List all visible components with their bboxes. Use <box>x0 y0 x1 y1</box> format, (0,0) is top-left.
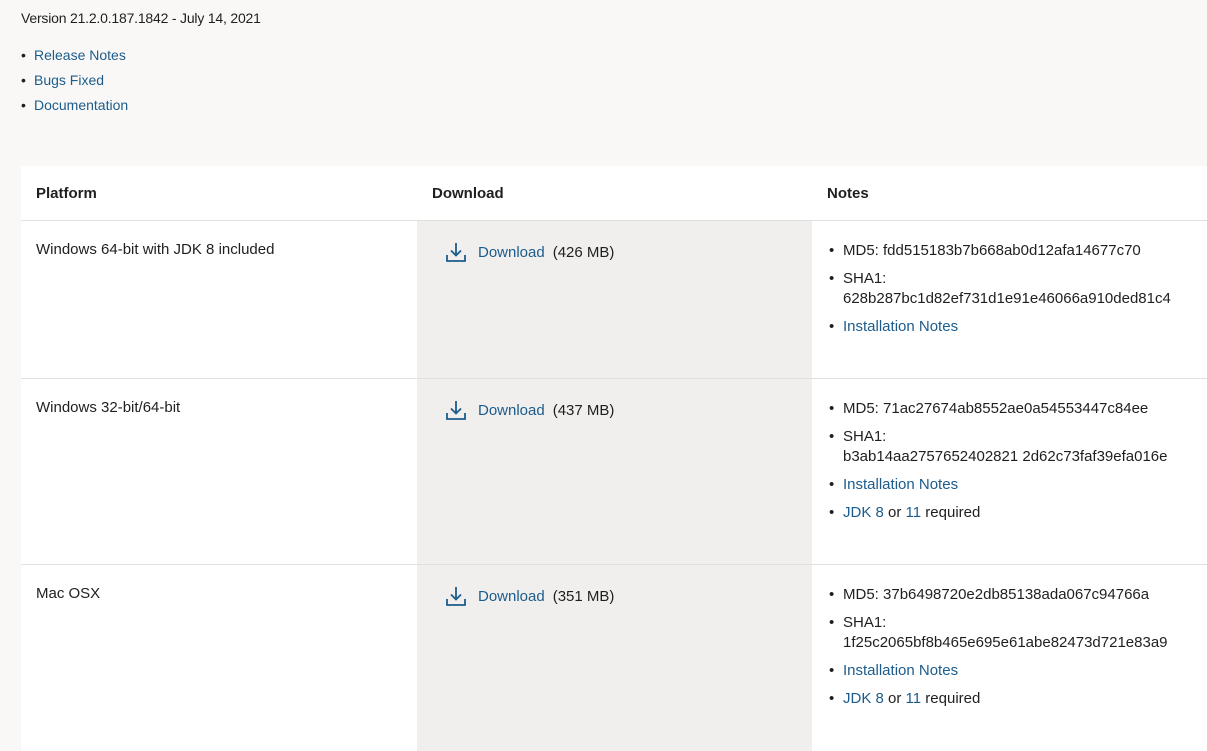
download-arrow-icon[interactable] <box>445 241 467 263</box>
jdk11-link[interactable]: 11 <box>906 690 922 707</box>
download-arrow-icon[interactable] <box>445 399 467 421</box>
list-item: • Installation Notes <box>829 317 959 337</box>
table-header: Platform Download Notes <box>21 166 1207 221</box>
installation-notes-link[interactable]: Installation Notes <box>843 475 958 495</box>
download-link[interactable]: Download <box>478 244 545 261</box>
release-links-list: • Release Notes • Bugs Fixed • Documentatio… <box>21 42 128 117</box>
table-row: Windows 64-bit with JDK 8 included Downl… <box>21 221 1207 379</box>
list-item: • MD5: 37b6498720e2db85138ada067c94766a <box>829 585 1207 605</box>
list-item: • Release Notes <box>21 46 126 63</box>
notes-cell: • MD5: 37b6498720e2db85138ada067c94766a •… <box>812 565 1207 751</box>
list-item: • Installation Notes <box>829 661 959 681</box>
list-item: • Documentation <box>21 96 129 113</box>
jdk11-link[interactable]: 11 <box>906 504 922 521</box>
list-item: • Bugs Fixed <box>21 71 105 88</box>
download-link[interactable]: Download <box>478 588 545 605</box>
installation-notes-link[interactable]: Installation Notes <box>843 661 958 681</box>
version-line: Version 21.2.0.187.1842 - July 14, 2021 <box>21 10 261 26</box>
file-size: (426 MB) <box>552 243 615 261</box>
download-link[interactable]: Download <box>478 402 545 419</box>
notes-cell: • MD5: 71ac27674ab8552ae0a54553447c84ee •… <box>812 379 1207 564</box>
sha1-label: SHA1: <box>843 428 887 445</box>
downloads-table: Platform Download Notes Windows 64-bit w… <box>21 166 1207 751</box>
list-item: • JDK 8 or 11 required <box>829 690 981 707</box>
download-cell: Download (351 MB) <box>417 565 812 751</box>
list-item: • JDK 8 or 11 required <box>829 504 981 521</box>
table-row: Windows 32-bit/64-bit Download (437 MB) … <box>21 379 1207 565</box>
list-item: • MD5: fdd515183b7b668ab0d12afa14677c70 <box>829 241 1207 261</box>
download-arrow-icon[interactable] <box>445 585 467 607</box>
table-row: Mac OSX Download (351 MB) • MD5: 37b64987… <box>21 565 1207 751</box>
sha1-hash: b3ab14aa2757652402821 2d62c73faf39efa016… <box>843 448 1168 465</box>
file-size: (351 MB) <box>552 587 615 605</box>
platform-cell: Windows 64-bit with JDK 8 included <box>36 241 275 258</box>
file-size: (437 MB) <box>552 401 615 419</box>
header-download: Download <box>432 184 504 202</box>
md5-hash: MD5: 71ac27674ab8552ae0a54553447c84ee <box>843 400 1149 417</box>
documentation-link[interactable]: Documentation <box>34 97 128 113</box>
notes-cell: • MD5: fdd515183b7b668ab0d12afa14677c70 •… <box>812 221 1207 378</box>
md5-hash: MD5: 37b6498720e2db85138ada067c94766a <box>843 586 1150 603</box>
sha1-label: SHA1: <box>843 614 887 631</box>
platform-cell: Windows 32-bit/64-bit <box>36 399 181 416</box>
header-notes: Notes <box>827 184 869 202</box>
download-cell: Download (437 MB) <box>417 379 812 564</box>
jdk8-link[interactable]: JDK 8 <box>843 690 884 707</box>
platform-cell: Mac OSX <box>36 585 101 602</box>
md5-hash: MD5: fdd515183b7b668ab0d12afa14677c70 <box>843 242 1141 259</box>
release-notes-link[interactable]: Release Notes <box>34 47 126 63</box>
list-item: • SHA1: 628b287bc1d82ef731d1e91e46066a910d… <box>829 270 1171 307</box>
header-platform: Platform <box>36 184 97 202</box>
installation-notes-link[interactable]: Installation Notes <box>843 317 958 337</box>
list-item: • SHA1: 1f25c2065bf8b465e695e61abe82473d72… <box>829 614 1168 651</box>
jdk8-link[interactable]: JDK 8 <box>843 504 884 521</box>
list-item: • MD5: 71ac27674ab8552ae0a54553447c84ee <box>829 399 1207 419</box>
sha1-hash: 1f25c2065bf8b465e695e61abe82473d721e83a9 <box>843 634 1168 651</box>
list-item: • Installation Notes <box>829 475 959 495</box>
list-item: • SHA1: b3ab14aa2757652402821 2d62c73faf39… <box>829 428 1168 465</box>
download-cell: Download (426 MB) <box>417 221 812 378</box>
sha1-label: SHA1: <box>843 270 887 287</box>
sha1-hash: 628b287bc1d82ef731d1e91e46066a910ded81c4 <box>843 290 1171 307</box>
bugs-fixed-link[interactable]: Bugs Fixed <box>34 72 104 88</box>
